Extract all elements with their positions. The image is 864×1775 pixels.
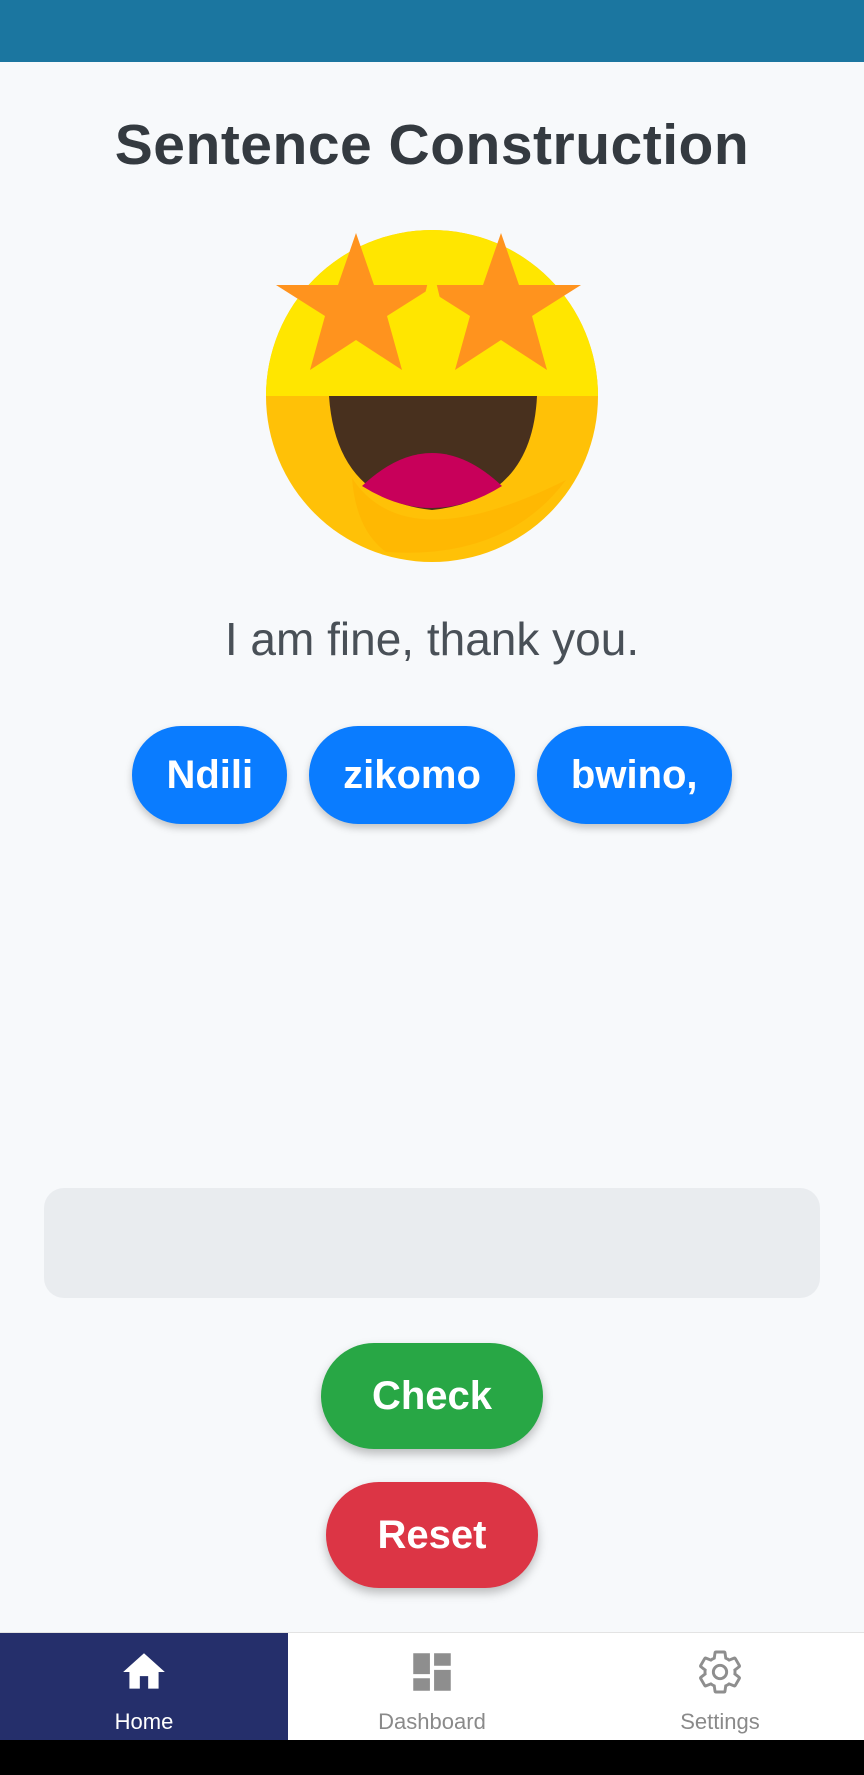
system-navigation-bar <box>0 1740 864 1775</box>
nav-label: Dashboard <box>378 1709 486 1734</box>
prompt-sentence: I am fine, thank you. <box>224 613 640 665</box>
nav-label: Settings <box>680 1709 760 1734</box>
nav-item-home[interactable]: Home <box>0 1633 288 1741</box>
nav-label: Home <box>114 1709 174 1734</box>
word-bank: Ndili zikomo bwino, <box>0 726 864 824</box>
home-icon <box>123 1653 165 1689</box>
check-button[interactable]: Check <box>321 1343 543 1449</box>
word-chip[interactable]: zikomo <box>309 726 515 824</box>
page-title: Sentence Construction <box>114 113 750 177</box>
dashboard-icon <box>413 1653 451 1691</box>
reset-button[interactable]: Reset <box>326 1482 538 1588</box>
nav-item-settings[interactable]: Settings <box>576 1633 864 1741</box>
settings-gear-icon <box>699 1650 741 1694</box>
star-struck-face-icon <box>266 230 598 562</box>
bottom-nav: Home Dashboard Settings <box>0 1632 864 1741</box>
nav-item-dashboard[interactable]: Dashboard <box>288 1633 576 1741</box>
status-bar <box>0 0 864 62</box>
word-chip[interactable]: bwino, <box>536 726 732 824</box>
answer-drop-area[interactable] <box>44 1188 820 1298</box>
word-chip[interactable]: Ndili <box>132 726 288 824</box>
